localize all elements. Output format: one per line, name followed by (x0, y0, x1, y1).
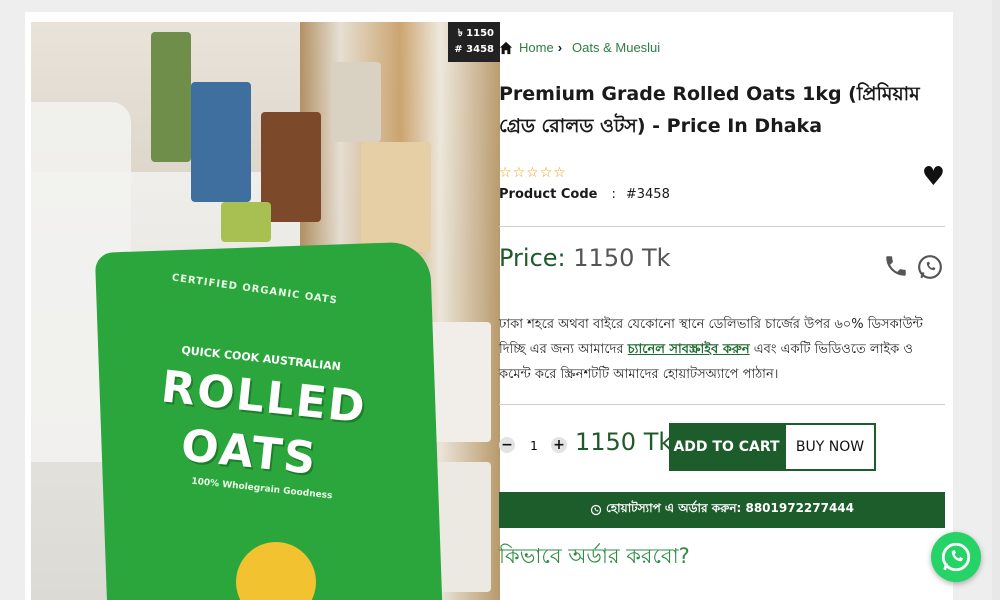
shelf-pack (331, 62, 381, 142)
divider (499, 404, 945, 405)
price-label: Price: (499, 244, 566, 272)
heart-icon[interactable]: ♥ (922, 162, 945, 192)
divider (499, 226, 945, 227)
price: Price: 1150 Tk (499, 244, 671, 272)
phone-icon[interactable] (883, 252, 909, 280)
whatsapp-icon[interactable] (917, 254, 943, 280)
product-code-value: #3458 (625, 187, 670, 202)
whatsapp-order-label: হোয়াটস্যাপ এ অর্ডার করুন: 8801972277444 (605, 501, 855, 515)
whatsapp-float-icon (941, 542, 971, 572)
rating-stars[interactable]: ☆ ☆ ☆ ☆ ☆ (499, 166, 566, 180)
cart-total-price: 1150 Tk (575, 428, 673, 456)
shelf-pack (361, 142, 431, 252)
product-image[interactable]: CERTIFIED ORGANIC OATS QUICK COOK AUSTRA… (31, 22, 500, 600)
scrollbar[interactable] (992, 0, 1000, 600)
subscribe-channel-link[interactable]: চ্যানেল সাবস্ক্রাইব করুন (628, 342, 750, 357)
promo-description: ঢাকা শহরে অথবা বাইরে যেকোনো স্থানে ডেলিভ… (499, 312, 947, 387)
product-page: CERTIFIED ORGANIC OATS QUICK COOK AUSTRA… (25, 12, 953, 600)
image-badge-price: ৳ 1150 (457, 28, 494, 39)
how-to-order-heading[interactable]: কিভাবে অর্ডার করবো? (499, 540, 690, 575)
star-icon[interactable]: ☆ (526, 166, 539, 180)
star-icon[interactable]: ☆ (513, 166, 526, 180)
breadcrumb-home-link[interactable]: Home (519, 40, 554, 55)
product-code: Product Code: #3458 (499, 187, 670, 202)
breadcrumb-separator: › (557, 40, 563, 55)
product-info: Home › Oats & Mueslui Premium Grade Roll… (499, 12, 945, 600)
quantity-plus-button[interactable]: + (551, 437, 567, 453)
star-icon[interactable]: ☆ (499, 166, 512, 180)
home-icon[interactable] (499, 41, 513, 55)
product-title: Premium Grade Rolled Oats 1kg (প্রিমিয়া… (499, 83, 920, 137)
price-value: 1150 Tk (573, 244, 671, 272)
image-badge: ৳ 1150 # 3458 (448, 22, 500, 62)
product-code-label: Product Code (499, 187, 598, 202)
quantity-input[interactable] (519, 436, 549, 456)
add-to-cart-button[interactable]: ADD TO CART (669, 423, 784, 471)
shelf-pack (151, 32, 191, 162)
whatsapp-order-button[interactable]: হোয়াটস্যাপ এ অর্ডার করুন: 8801972277444 (499, 492, 945, 528)
breadcrumb: Home › Oats & Mueslui (499, 40, 660, 55)
whatsapp-float-button[interactable] (931, 532, 981, 582)
shelf-pack (191, 82, 251, 202)
whatsapp-icon (590, 504, 602, 516)
shelf-pack (221, 202, 271, 242)
star-icon[interactable]: ☆ (553, 166, 566, 180)
breadcrumb-category-link[interactable]: Oats & Mueslui (572, 40, 660, 55)
quantity-minus-button[interactable]: − (499, 437, 515, 453)
buy-now-button[interactable]: BUY NOW (784, 423, 876, 471)
image-badge-code: # 3458 (454, 44, 494, 55)
product-code-colon: : (611, 187, 616, 202)
star-icon[interactable]: ☆ (540, 166, 553, 180)
